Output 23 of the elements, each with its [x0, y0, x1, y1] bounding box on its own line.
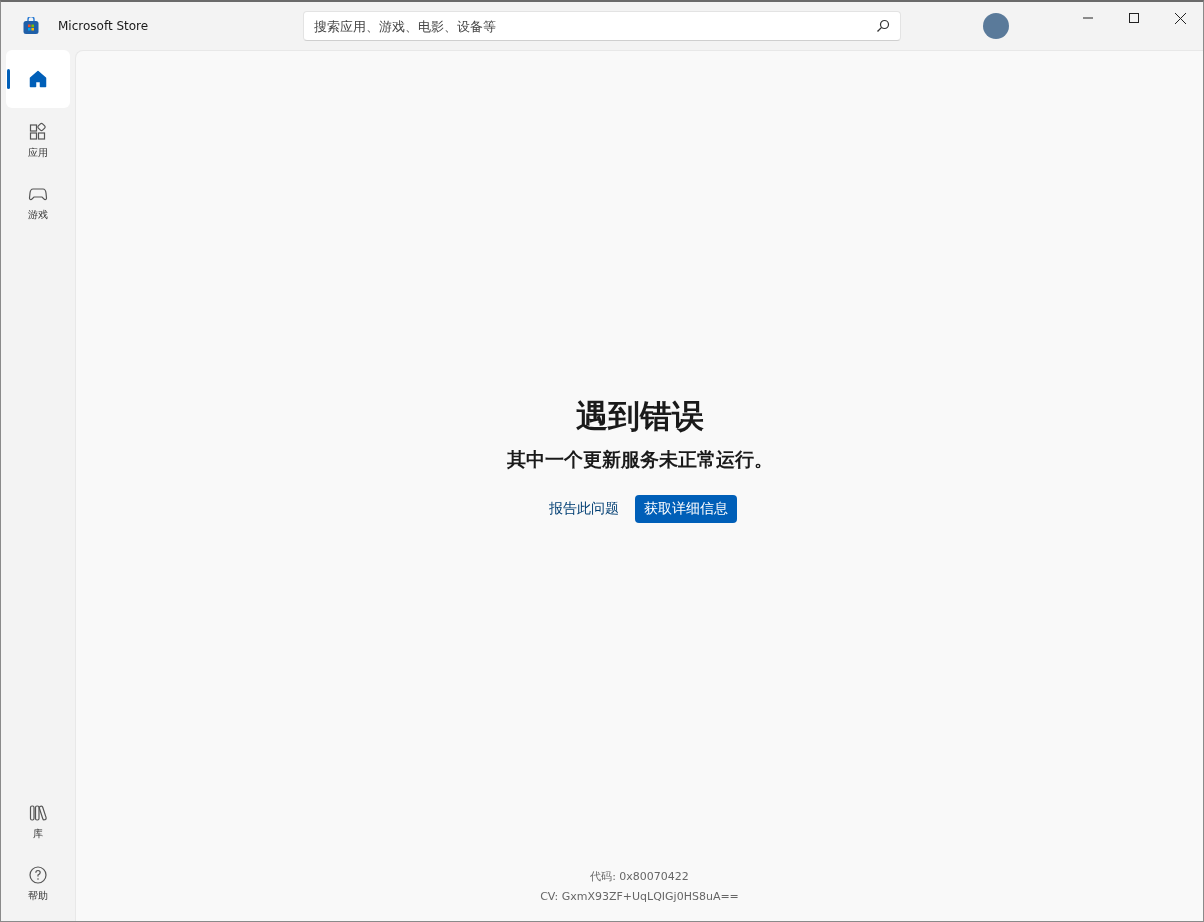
home-icon [28, 69, 48, 89]
error-message: 其中一个更新服务未正常运行。 [506, 447, 773, 472]
error-code: 代码: 0x80070422 [590, 869, 689, 884]
correlation-vector: CV: GxmX93ZF+UqLQIGj0HS8uA== [540, 890, 739, 903]
nav-item[interactable]: 库 [6, 793, 70, 851]
minimize-icon [1083, 17, 1093, 19]
library-icon [28, 803, 48, 823]
window-title: Microsoft Store [58, 19, 149, 33]
close-icon [1174, 12, 1186, 24]
search-field[interactable]: 搜索应用、游戏、电影、设备等 [303, 11, 901, 41]
nav-item[interactable] [6, 50, 70, 108]
apps-icon [28, 122, 48, 142]
help-icon [28, 865, 48, 885]
maximize-icon [1129, 13, 1139, 23]
nav-item[interactable]: 游戏 [6, 174, 70, 232]
nav-item[interactable]: 应用 [6, 112, 70, 170]
search-icon[interactable] [876, 19, 890, 33]
details-button[interactable]: 获取详细信息 [634, 495, 737, 523]
store-logo-icon [22, 17, 40, 35]
error-title: 遇到错误 [575, 396, 704, 437]
nav-item[interactable]: 帮助 [6, 855, 70, 913]
report-link[interactable]: 报告此问题 [542, 496, 625, 522]
avatar[interactable] [983, 13, 1009, 39]
